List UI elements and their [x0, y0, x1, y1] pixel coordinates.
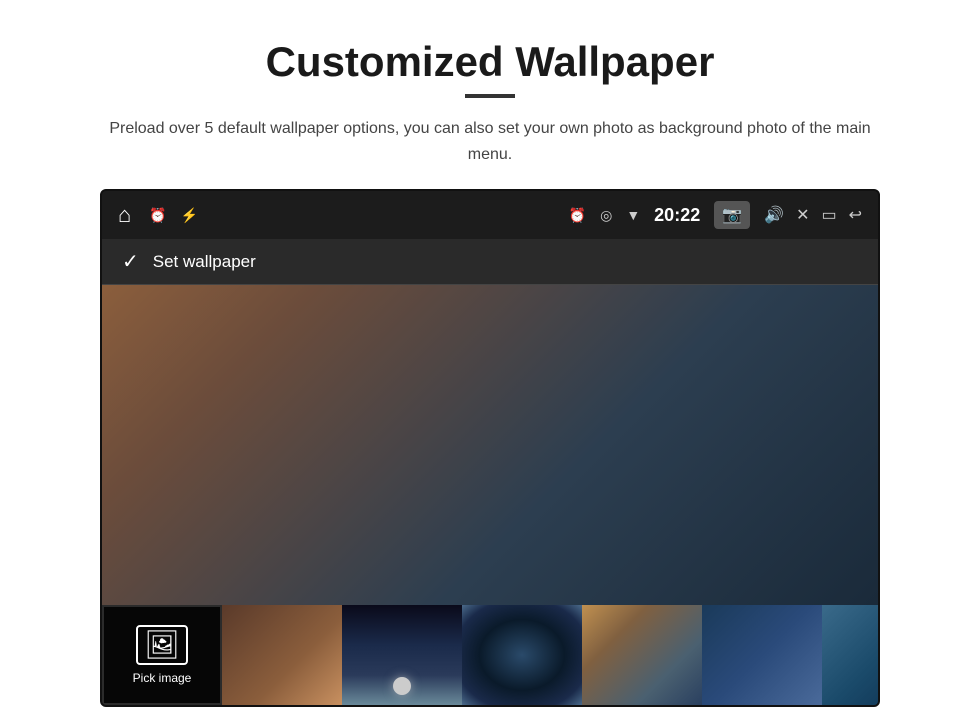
back-icon[interactable]: ↩: [849, 205, 862, 225]
pick-image-thumb[interactable]: 🖼 Pick image: [102, 605, 222, 705]
pick-image-label: Pick image: [133, 671, 192, 685]
location-icon: ◎: [600, 207, 612, 224]
title-divider: [465, 94, 515, 98]
status-bar-left: ⌂ ⏰ ⚡: [118, 202, 198, 228]
set-wallpaper-label: Set wallpaper: [153, 252, 256, 272]
thumbnail-strip: 🖼 Pick image: [102, 605, 878, 705]
status-icons-right: ⏰ ◎ ▼: [569, 207, 641, 224]
status-bar-right: ⏰ ◎ ▼ 20:22 📷 🔊 ✕ ▭ ↩: [569, 201, 862, 229]
wallpaper-preview: [102, 285, 878, 605]
wifi-icon: ▼: [626, 207, 640, 223]
window-icon[interactable]: ▭: [821, 205, 836, 225]
status-action-icons: 🔊 ✕ ▭ ↩: [764, 205, 862, 225]
page-subtitle: Preload over 5 default wallpaper options…: [100, 116, 880, 167]
wallpaper-thumb-4[interactable]: [462, 605, 582, 705]
status-icons-left: ⏰ ⚡: [149, 207, 198, 224]
wallpaper-thumb-3[interactable]: [342, 605, 462, 705]
status-bar: ⌂ ⏰ ⚡ ⏰ ◎ ▼ 20:22 📷 🔊 ✕ ▭ ↩: [102, 191, 878, 239]
alarm-icon: ⏰: [149, 207, 166, 224]
wallpaper-thumb-2[interactable]: [222, 605, 342, 705]
device-frame: ⌂ ⏰ ⚡ ⏰ ◎ ▼ 20:22 📷 🔊 ✕ ▭ ↩ ✓ Set wallp: [100, 189, 880, 707]
home-icon[interactable]: ⌂: [118, 202, 131, 228]
close-icon[interactable]: ✕: [796, 205, 809, 225]
alarm-right-icon: ⏰: [569, 207, 586, 224]
wallpaper-thumb-7[interactable]: [822, 605, 878, 705]
camera-button[interactable]: 📷: [714, 201, 750, 229]
wallpaper-thumb-5[interactable]: [582, 605, 702, 705]
usb-icon: ⚡: [181, 207, 198, 224]
page-title: Customized Wallpaper: [266, 38, 715, 86]
wallpaper-bar: ✓ Set wallpaper: [102, 239, 878, 285]
pick-image-icon: 🖼: [136, 625, 188, 665]
check-icon: ✓: [122, 249, 139, 274]
wallpaper-thumb-6[interactable]: [702, 605, 822, 705]
time-display: 20:22: [654, 205, 700, 226]
volume-icon[interactable]: 🔊: [764, 205, 784, 225]
